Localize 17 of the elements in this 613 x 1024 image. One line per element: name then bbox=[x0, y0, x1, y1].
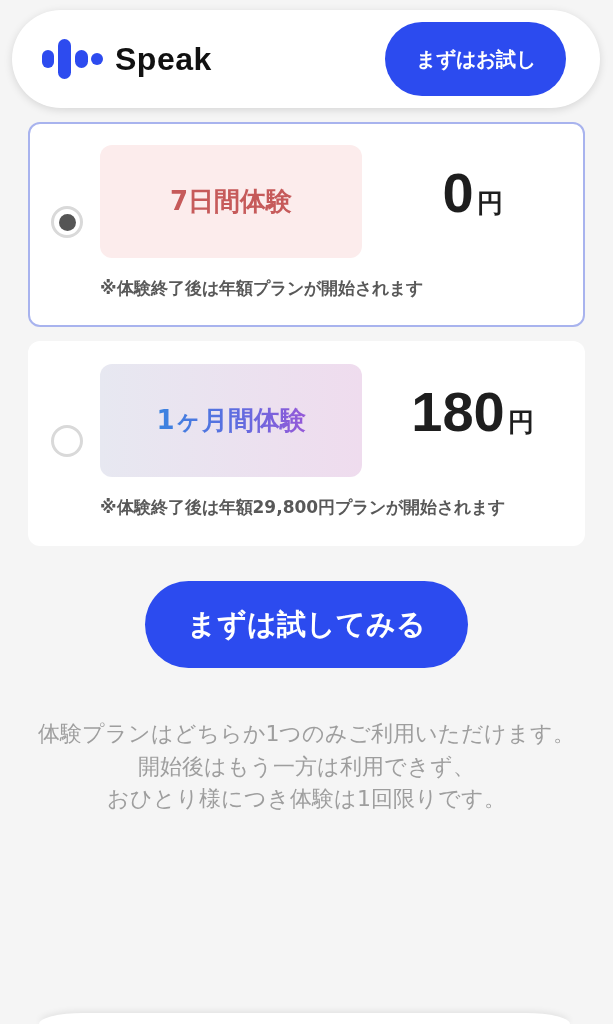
notice-text: おひとり様につき体験は1回限りです。 bbox=[107, 785, 506, 813]
radio-button[interactable] bbox=[51, 425, 83, 457]
price-text: 0 円 bbox=[442, 162, 503, 226]
logo-text: Speak bbox=[115, 41, 212, 77]
plan-option-card[interactable]: 1ヶ月間体験 180 円 ※体験終了後は年額29,800円プランが開始されます bbox=[28, 341, 585, 546]
trial-button[interactable]: まずはお試し bbox=[385, 22, 566, 96]
price-text: 180 円 bbox=[411, 381, 534, 445]
plan-note: ※体験終了後は年額プランが開始されます bbox=[100, 277, 424, 299]
plan-duration-label: 1ヶ月間体験 bbox=[100, 364, 362, 477]
radio-button[interactable] bbox=[51, 206, 83, 238]
start-trial-button[interactable]: まずは試してみる bbox=[145, 581, 468, 668]
notice-text: 開始後はもう一方は利用できず、 bbox=[138, 752, 475, 781]
plan-duration-label: 7日間体験 bbox=[100, 145, 362, 258]
sound-wave-icon bbox=[42, 39, 103, 79]
notice-text: 体験プランはどちらか1つのみご利用いただけます。 bbox=[37, 720, 576, 748]
plan-option-card[interactable]: 7日間体験 0 円 ※体験終了後は年額プランが開始されます bbox=[28, 122, 585, 327]
plan-note: ※体験終了後は年額29,800円プランが開始されます bbox=[100, 496, 507, 518]
